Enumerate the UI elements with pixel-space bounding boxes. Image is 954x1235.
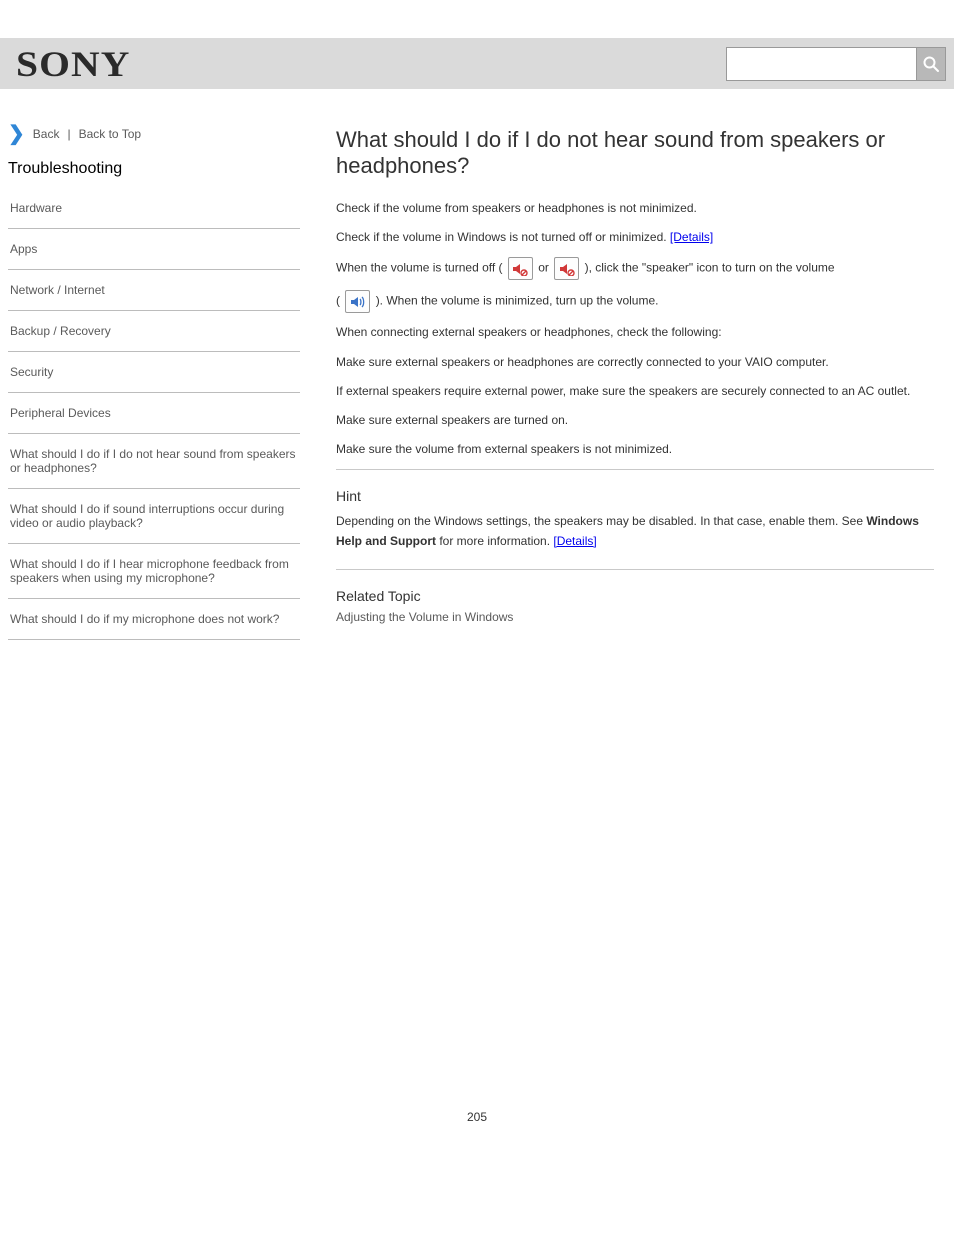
hint-heading: Hint: [336, 488, 934, 504]
speaker-on-icon: [345, 290, 370, 313]
brand-logo: SONY: [16, 43, 130, 85]
content-wrap: ❯ Back | Back to Top Troubleshooting Har…: [0, 101, 954, 640]
nav-heading: Troubleshooting: [8, 160, 300, 178]
article-paragraph: Check if the volume from speakers or hea…: [336, 199, 934, 218]
article-paragraph: Make sure the volume from external speak…: [336, 440, 934, 459]
article-paragraph: If external speakers require external po…: [336, 382, 934, 401]
article-paragraph: When connecting external speakers or hea…: [336, 323, 934, 342]
article-main: What should I do if I do not hear sound …: [300, 101, 946, 640]
nav-item[interactable]: What should I do if I hear microphone fe…: [8, 544, 300, 599]
search-input[interactable]: [726, 47, 916, 81]
top-spacer: [0, 0, 954, 38]
nav-list: Hardware Apps Network / Internet Backup …: [8, 188, 300, 640]
hint-body: Depending on the Windows settings, the s…: [336, 512, 934, 550]
article-paragraph: Make sure external speakers or headphone…: [336, 353, 934, 372]
speaker-muted-icon: [554, 257, 579, 280]
nav-item[interactable]: Network / Internet: [8, 270, 300, 311]
divider: [336, 469, 934, 470]
article-body: Check if the volume from speakers or hea…: [336, 199, 934, 624]
article-paragraph: Make sure external speakers are turned o…: [336, 411, 934, 430]
article-paragraph: Check if the volume in Windows is not tu…: [336, 228, 934, 247]
search-button[interactable]: [916, 47, 946, 81]
sidebar: ❯ Back | Back to Top Troubleshooting Har…: [8, 101, 300, 640]
search-area: [726, 47, 946, 81]
article-title: What should I do if I do not hear sound …: [336, 127, 934, 179]
nav-item[interactable]: Apps: [8, 229, 300, 270]
nav-item[interactable]: What should I do if my microphone does n…: [8, 599, 300, 640]
article-paragraph: When the volume is turned off ( or: [336, 257, 934, 280]
related-link[interactable]: Adjusting the Volume in Windows: [336, 610, 934, 624]
nav-item[interactable]: Backup / Recovery: [8, 311, 300, 352]
nav-item[interactable]: What should I do if sound interruptions …: [8, 489, 300, 544]
related-heading: Related Topic: [336, 588, 934, 604]
breadcrumb: ❯ Back | Back to Top: [8, 121, 300, 146]
nav-item[interactable]: Peripheral Devices: [8, 393, 300, 434]
page-number: 205: [0, 1110, 954, 1154]
chevron-right-icon: ❯: [8, 121, 25, 146]
nav-item[interactable]: Hardware: [8, 188, 300, 229]
article-paragraph: ( ). When the volume is minimized, turn …: [336, 290, 934, 313]
link-back-top[interactable]: Back to Top: [79, 127, 141, 141]
nav-item[interactable]: What should I do if I do not hear sound …: [8, 434, 300, 489]
search-icon: [922, 55, 940, 73]
link-back[interactable]: Back: [33, 127, 60, 141]
header: SONY: [0, 38, 954, 89]
nav-item[interactable]: Security: [8, 352, 300, 393]
speaker-muted-icon: [508, 257, 533, 280]
divider: [336, 569, 934, 570]
